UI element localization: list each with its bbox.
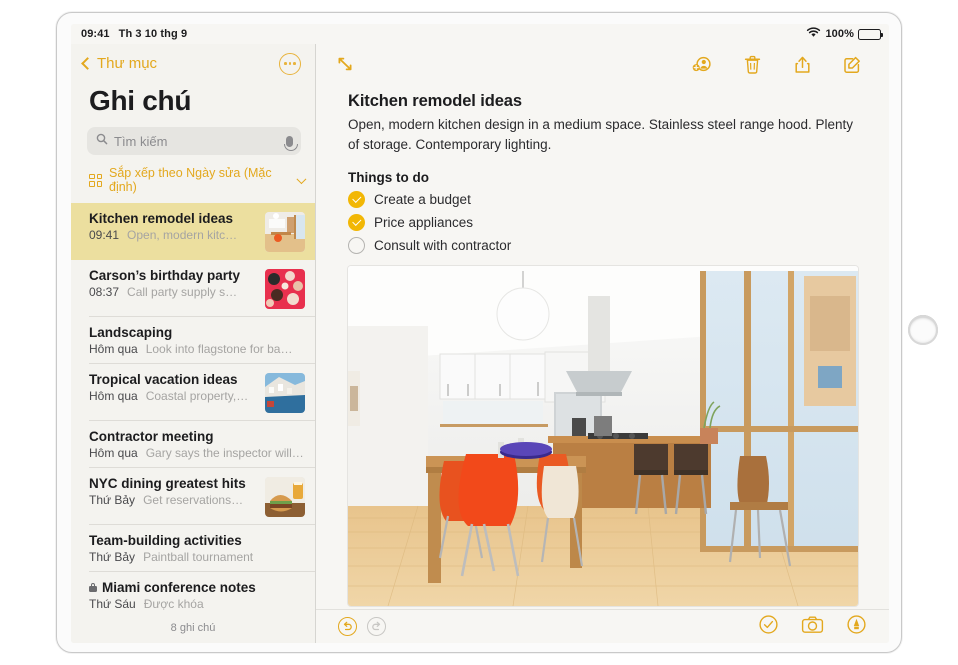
undo-icon[interactable] [338, 617, 357, 636]
note-item-title: Tropical vacation ideas [89, 372, 238, 388]
todo-item[interactable]: Create a budget [348, 191, 859, 209]
sidebar-nav-bar: Thư mục [71, 44, 315, 83]
back-label: Thư mục [97, 55, 158, 73]
wifi-icon [806, 27, 821, 41]
note-list-item[interactable]: Team-building activities Thứ Bảy Paintball… [71, 525, 315, 573]
checkbox-checked-icon[interactable] [348, 191, 365, 209]
battery-icon [858, 28, 883, 40]
note-item-snippet: Được khóa [143, 597, 204, 612]
note-list-item[interactable]: Kitchen remodel ideas 09:41 Open, modern k… [71, 203, 315, 261]
status-date: Th 3 10 thg 9 [118, 28, 188, 40]
note-photo[interactable] [348, 266, 858, 607]
note-list-item[interactable]: Landscaping Hôm qua Look into flagstone fo… [71, 317, 315, 365]
todo-label: Consult with contractor [374, 238, 512, 254]
note-item-thumbnail [265, 373, 305, 414]
note-item-title: Contractor meeting [89, 429, 214, 445]
home-button[interactable] [908, 315, 938, 345]
sort-button[interactable]: Sắp xếp theo Ngày sửa (Mặc định) [71, 155, 315, 203]
screen: 09:41 Th 3 10 thg 9 100% Thư mục Ghi chú… [71, 24, 889, 643]
chevron-down-icon [296, 174, 307, 184]
note-item-title: Landscaping [89, 325, 173, 341]
add-person-icon[interactable] [687, 51, 717, 77]
note-bottom-toolbar [316, 609, 889, 643]
note-count-footer: 8 ghi chú [71, 613, 315, 643]
note-list-item[interactable]: Contractor meeting Hôm qua Gary says the i… [71, 421, 315, 469]
camera-icon[interactable] [801, 615, 824, 639]
more-options-icon[interactable] [279, 52, 301, 75]
note-item-title: Kitchen remodel ideas [89, 211, 234, 227]
note-item-time: Thứ Bảy [89, 493, 136, 508]
checklist-circle-icon[interactable] [758, 614, 779, 640]
search-placeholder: Tìm kiếm [114, 133, 168, 149]
todo-item[interactable]: Price appliances [348, 214, 859, 232]
note-item-title: Carson’s birthday party [89, 268, 241, 284]
note-item-time: 08:37 [89, 285, 120, 300]
note-item-time: Hôm qua [89, 389, 138, 404]
share-icon[interactable] [787, 51, 817, 77]
sidebar: Thư mục Ghi chú Tìm kiếm Sắp xếp theo Ng… [71, 44, 316, 643]
note-item-snippet: Coastal property,… [145, 389, 249, 404]
battery-percent: 100% [825, 28, 854, 40]
note-list-item[interactable]: Miami conference notes Thứ Sáu Được khóa [71, 572, 315, 613]
redo-icon [367, 617, 386, 636]
lock-icon [89, 583, 97, 593]
todo-label: Create a budget [374, 192, 471, 208]
markup-pen-icon[interactable] [846, 614, 867, 640]
note-paragraph: Open, modern kitchen design in a medium … [348, 117, 854, 152]
todo-list[interactable]: Create a budget Price appliances Consult w… [348, 191, 859, 255]
note-item-title: Miami conference notes [102, 580, 256, 596]
note-list-item[interactable]: Carson’s birthday party 08:37 Call party s… [71, 260, 315, 318]
back-to-folders-button[interactable]: Thư mục [81, 55, 158, 73]
note-title: Kitchen remodel ideas [348, 92, 522, 110]
grid-icon [89, 173, 102, 187]
status-time: 09:41 [81, 28, 110, 40]
note-item-thumbnail [265, 212, 305, 253]
note-item-time: Hôm qua [89, 342, 138, 357]
page-title: Ghi chú [89, 85, 192, 117]
compose-icon[interactable] [837, 51, 867, 77]
note-item-title: NYC dining greatest hits [89, 476, 246, 492]
note-list[interactable]: Kitchen remodel ideas 09:41 Open, modern k… [71, 203, 315, 613]
todo-heading: Things to do [348, 170, 429, 186]
note-item-snippet: Look into flagstone for ba… [145, 342, 293, 357]
note-item-snippet: Open, modern kitc… [127, 228, 238, 243]
note-item-time: Thứ Sáu [89, 597, 136, 612]
ipad-device-frame: 09:41 Th 3 10 thg 9 100% Thư mục Ghi chú… [56, 12, 902, 653]
chevron-left-icon [81, 57, 94, 71]
checkbox-checked-icon[interactable] [348, 214, 365, 232]
note-list-item[interactable]: Tropical vacation ideas Hôm qua Coastal pr… [71, 364, 315, 422]
note-item-time: Hôm qua [89, 446, 138, 461]
note-content[interactable]: Kitchen remodel ideas Open, modern kitch… [316, 84, 889, 609]
note-item-snippet: Call party supply s… [127, 285, 238, 300]
microphone-icon[interactable] [283, 135, 298, 151]
search-input[interactable]: Tìm kiếm [87, 127, 301, 156]
note-item-thumbnail [265, 269, 305, 310]
trash-icon[interactable] [737, 51, 767, 77]
note-item-time: 09:41 [89, 228, 120, 243]
note-item-snippet: Gary says the inspector will… [145, 446, 304, 461]
note-list-item[interactable]: NYC dining greatest hits Thứ Bảy Get reser… [71, 468, 315, 526]
search-icon [96, 132, 108, 150]
note-item-thumbnail [265, 477, 305, 518]
note-item-title: Team-building activities [89, 533, 242, 549]
note-item-snippet: Get reservations… [143, 493, 244, 508]
todo-label: Price appliances [374, 215, 474, 231]
expand-arrows-icon[interactable] [330, 51, 360, 77]
note-item-snippet: Paintball tournament [143, 550, 254, 565]
sort-label: Sắp xếp theo Ngày sửa (Mặc định) [109, 166, 272, 195]
status-bar: 09:41 Th 3 10 thg 9 100% [71, 24, 889, 44]
detail-toolbar [316, 44, 889, 84]
checkbox-empty-icon[interactable] [348, 237, 365, 255]
note-detail-pane: Kitchen remodel ideas Open, modern kitch… [316, 44, 889, 643]
todo-item[interactable]: Consult with contractor [348, 237, 859, 255]
note-item-time: Thứ Bảy [89, 550, 136, 565]
